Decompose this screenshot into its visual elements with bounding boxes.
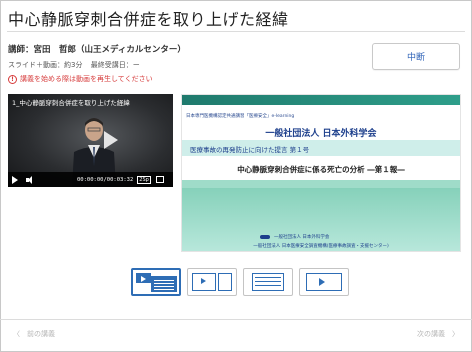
slide-layout-icon [218,273,232,291]
play-overlay-icon[interactable] [104,131,118,149]
video-slide-layout-button[interactable] [131,268,181,296]
slide-logo-text: 一般社団法人 日本外科学会 [274,235,330,240]
video-large-layout-button[interactable] [299,268,349,296]
lecture-format: スライド＋動画：約3分 [8,61,83,69]
slide-layout-icon [252,273,284,291]
layout-switcher [131,268,349,296]
lecture-meta: スライド＋動画：約3分 最終受講日：ー [8,60,140,70]
slide-main-title: 中心静脈穿刺合併症に係る死亡の分析 ―第１報― [237,165,405,174]
lecturer-name: 講師：宮田 哲郎（山王メディカルセンター） [8,45,186,55]
play-warning-text: 講義を始める際は動画を再生してください [20,75,153,83]
video-title: 1_中心静脈穿刺合併症を取り上げた経緯 [12,99,130,107]
title-divider [7,31,465,32]
slide-layout-icon [151,276,177,292]
speed-button[interactable]: 2Sp [137,175,151,184]
fullscreen-icon[interactable] [155,176,164,183]
video-layout-icon [192,273,216,291]
society-logo-icon [260,235,270,239]
video-time: 00:00:00/00:03:32 [77,176,134,183]
slide-subtitle: 医療事故の再発防止に向けた提言 第１号 [190,146,310,154]
play-icon[interactable] [12,175,18,184]
page-title: 中心静脈穿刺合併症を取り上げた経緯 [8,10,289,29]
slide-organization: 一般社団法人 日本外科学会 [265,129,377,139]
video-only-layout-button[interactable] [187,268,237,296]
video-controls: 00:00:00/00:03:32 2Sp [8,172,173,187]
slide-logo: 一般社団法人 日本外科学会 [260,234,329,240]
last-attended-date: 最終受講日：ー [90,61,140,69]
slide-panel: 日本専門医機構認定共通講習「医療安全」e-learning 一般社団法人 日本外… [181,94,461,252]
slide-footer: 一般社団法人 日本医療安全調査機構(医療事故調査・支援センター) [253,244,389,249]
video-player[interactable]: 1_中心静脈穿刺合併症を取り上げた経緯 00:00:00/00:03:32 2S… [8,94,173,187]
stop-button[interactable]: 中断 [372,43,460,70]
prev-lecture-link[interactable]: 〈 前の講義 [13,329,55,339]
next-lecture-link[interactable]: 次の講義 〉 [417,329,459,339]
slide-top-band [182,95,460,105]
volume-icon[interactable] [26,175,35,184]
play-warning: ! 講義を始める際は動画を再生してください [8,74,153,84]
play-icon [319,278,325,286]
exclamation-icon: ! [8,74,17,84]
slide-header-text: 日本専門医機構認定共通講習「医療安全」e-learning [186,114,295,119]
video-layout-icon [136,273,151,283]
slide-only-layout-button[interactable] [243,268,293,296]
nav-divider [0,319,472,320]
